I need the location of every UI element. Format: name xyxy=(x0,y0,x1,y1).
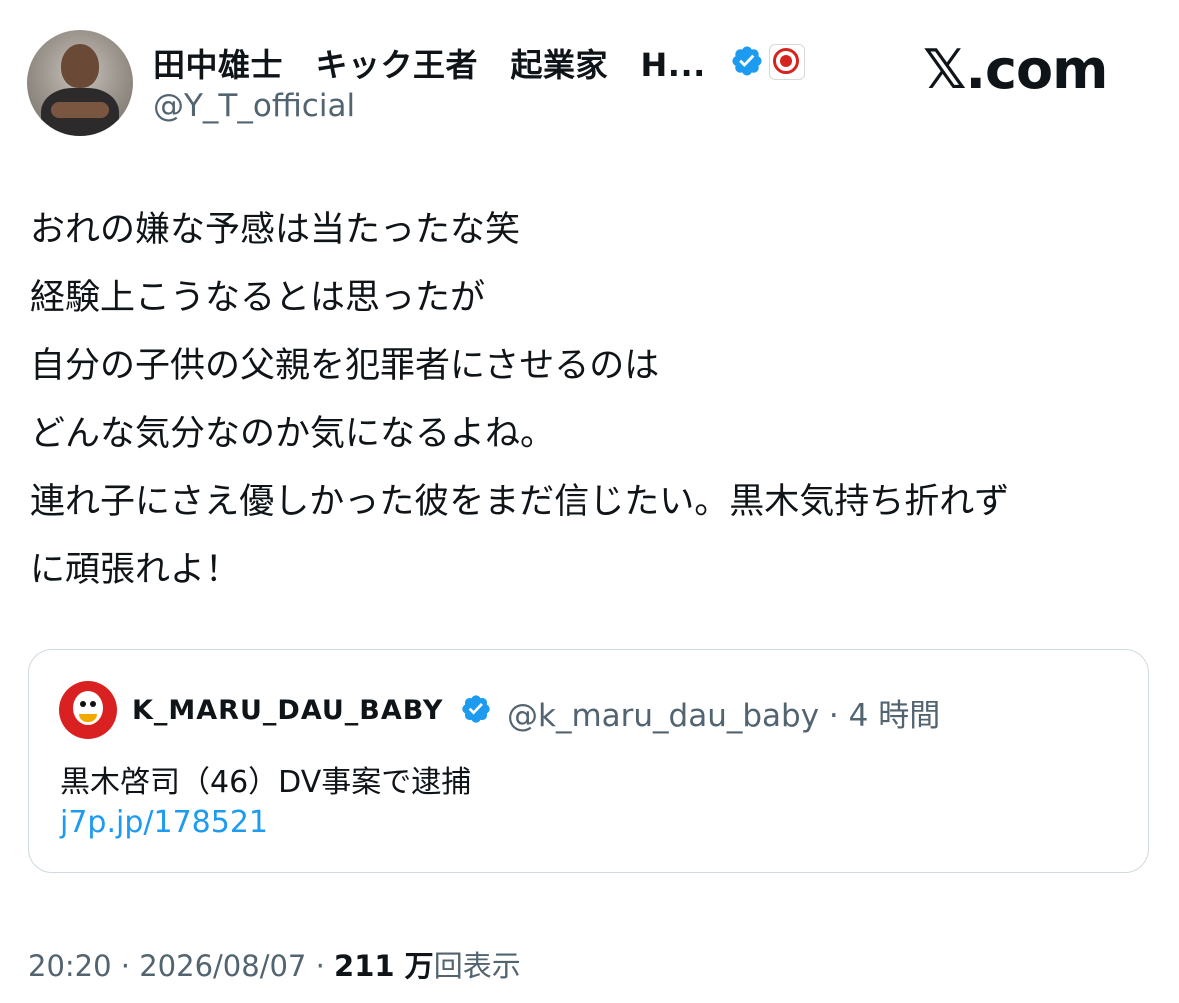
tweet-text-line: に頑張れよ！ xyxy=(30,550,241,590)
tweet-text: おれの嫌な予感は当たったな笑 経験上こうなるとは思ったが 自分の子供の父親を犯罪… xyxy=(30,196,1150,604)
tweet-text-line: どんな気分なのか気になるよね。 xyxy=(30,414,556,454)
quoted-avatar-eye-shape xyxy=(80,701,86,707)
author-display-name[interactable]: 田中雄士 キック王者 起業家 H... xyxy=(153,40,706,86)
author-avatar[interactable] xyxy=(27,30,133,136)
quoted-avatar-eye-shape xyxy=(90,701,96,707)
quoted-tweet-meta: @k_maru_dau_baby · 4 時間 xyxy=(507,690,940,735)
verified-badge-icon xyxy=(462,695,490,723)
affiliation-core-shape xyxy=(780,55,792,67)
quoted-author-display-name[interactable]: K_MARU_DAU_BABY xyxy=(132,695,443,726)
view-count-label: 回表示 xyxy=(433,949,521,983)
tweet-date[interactable]: 2026/08/07 xyxy=(139,949,306,983)
tweet-header: 田中雄士 キック王者 起業家 H... @Y_T_official 𝕏.com xyxy=(27,30,1152,140)
view-count[interactable]: 211 万 xyxy=(334,949,434,983)
verified-badge-icon xyxy=(732,46,762,76)
meta-separator: · xyxy=(120,949,131,983)
quoted-author-avatar[interactable] xyxy=(59,681,117,739)
meta-separator: · xyxy=(828,698,839,734)
tweet-footer-meta: 20:20 · 2026/08/07 · 211 万回表示 xyxy=(28,943,521,985)
tweet-text-line: 経験上こうなるとは思ったが xyxy=(30,278,486,318)
x-com-watermark: 𝕏.com xyxy=(923,38,1108,101)
affiliation-logo-icon[interactable] xyxy=(769,44,805,80)
quoted-author-handle[interactable]: @k_maru_dau_baby xyxy=(507,698,819,734)
quoted-tweet-card[interactable]: K_MARU_DAU_BABY @k_maru_dau_baby · 4 時間 … xyxy=(28,649,1149,873)
meta-separator: · xyxy=(315,949,325,983)
quoted-tweet-text: 黒木啓司（46）DV事案で逮捕 xyxy=(60,765,472,800)
tweet-text-line: おれの嫌な予感は当たったな笑 xyxy=(30,210,521,250)
author-handle[interactable]: @Y_T_official xyxy=(153,88,355,124)
quoted-tweet-time[interactable]: 4 時間 xyxy=(849,698,941,734)
tweet-text-line: 自分の子供の父親を犯罪者にさせるのは xyxy=(30,346,660,386)
avatar-arms-shape xyxy=(51,102,109,118)
quoted-tweet-link[interactable]: j7p.jp/178521 xyxy=(60,805,268,840)
tweet-time[interactable]: 20:20 xyxy=(28,949,112,983)
tweet-text-line: 連れ子にさえ優しかった彼をまだ信じたい。黒木気持ち折れず xyxy=(30,482,1010,522)
avatar-head-shape xyxy=(61,44,99,88)
